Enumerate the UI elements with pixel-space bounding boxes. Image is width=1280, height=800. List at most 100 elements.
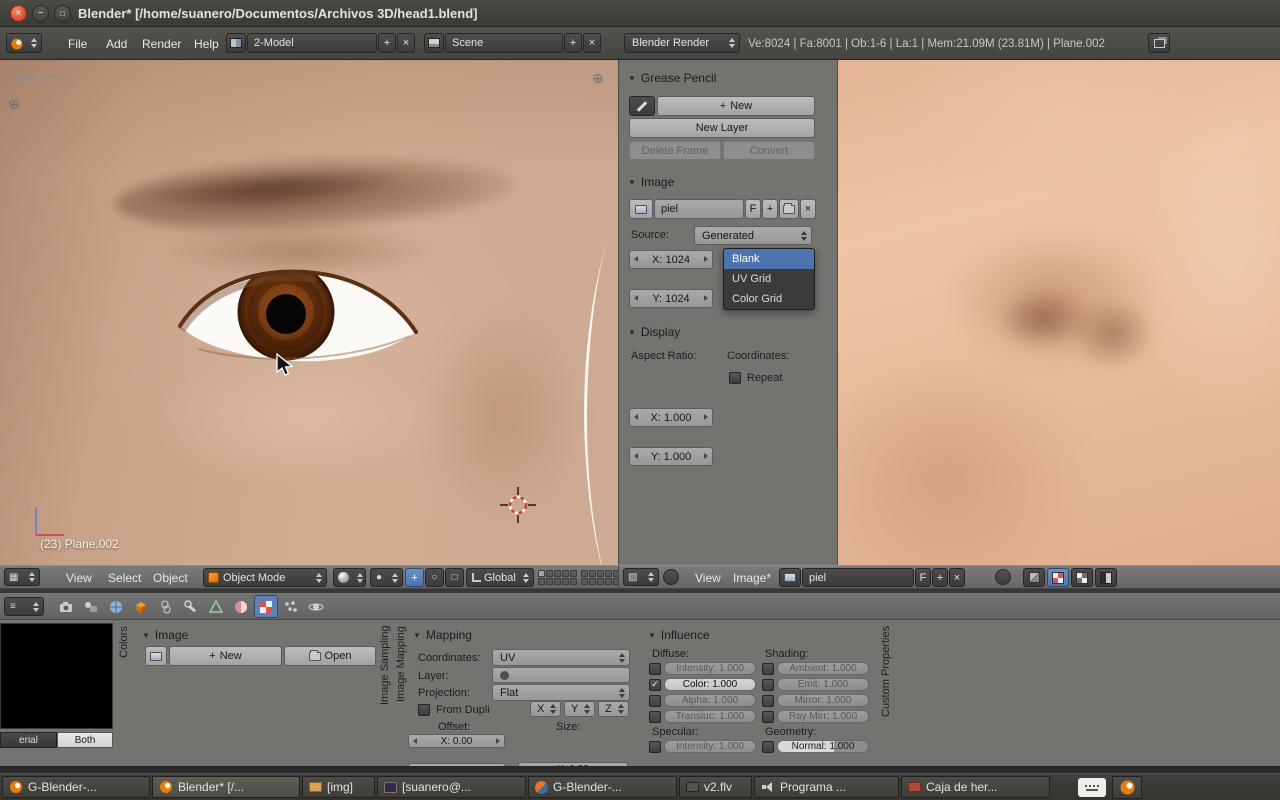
taskbar-item[interactable]: [img] — [302, 776, 375, 798]
diffuse-translucency-slider[interactable]: Transluc: 1.000 — [664, 710, 756, 723]
tab-physics[interactable] — [304, 595, 328, 618]
window-minimize-button[interactable]: − — [32, 5, 49, 22]
mapping-panel-header[interactable]: ▼Mapping — [413, 628, 472, 642]
image-sampling-panel-tab[interactable]: Image Sampling — [379, 626, 391, 760]
window-duplicate-button[interactable] — [1148, 33, 1170, 53]
toolshelf-expand-icon[interactable]: ⊕ — [592, 70, 604, 87]
blender-tray-button[interactable] — [1112, 776, 1142, 799]
unlink-image-button[interactable]: × — [800, 199, 816, 219]
display-panel-header[interactable]: ▼Display — [628, 325, 680, 339]
scene-icon-button[interactable] — [424, 33, 444, 53]
tab-constraints[interactable] — [154, 595, 178, 618]
menu-render[interactable]: Render — [142, 37, 181, 51]
projection-dropdown[interactable]: Flat — [492, 684, 630, 701]
shading-raymirror-checkbox[interactable] — [762, 711, 774, 723]
grease-pencil-new-button[interactable]: +New — [657, 96, 815, 116]
layers-widget[interactable] — [538, 570, 620, 585]
tab-particles[interactable] — [279, 595, 303, 618]
taskbar-item[interactable]: G-Blender-... — [2, 776, 150, 798]
window-maximize-button[interactable]: □ — [54, 5, 71, 22]
taskbar-item[interactable]: Programa ... — [754, 776, 899, 798]
diffuse-intensity-checkbox[interactable] — [649, 663, 661, 675]
layers-group-2[interactable] — [581, 570, 620, 585]
3d-viewport[interactable]: Front Ortho ⊕ ⊕ z x (23) Plane.002 — [0, 60, 618, 565]
fake-user-button-uv[interactable]: F — [915, 568, 931, 587]
delete-scene-button[interactable]: × — [583, 33, 601, 53]
diffuse-alpha-slider[interactable]: Alpha: 1.000 — [664, 694, 756, 707]
axis-y-dropdown[interactable]: Y — [564, 701, 595, 717]
delete-layout-button[interactable]: × — [397, 33, 415, 53]
new-image-button-props[interactable]: +New — [169, 646, 282, 666]
window-close-button[interactable]: × — [10, 5, 27, 22]
window-titlebar[interactable]: × − □ Blender* [/home/suanero/Documentos… — [0, 0, 1280, 27]
pivot-point-dropdown[interactable]: ● — [370, 568, 403, 587]
uv-draw-type-button[interactable] — [1047, 568, 1069, 587]
grease-pencil-panel-header[interactable]: ▼Grease Pencil — [628, 71, 716, 85]
generated-width-stepper[interactable]: X: 1024 — [629, 250, 713, 269]
screen-layout-field[interactable]: 2-Model — [247, 33, 377, 53]
image-name-field[interactable]: piel — [654, 199, 744, 219]
menu-item-color-grid[interactable]: Color Grid — [724, 289, 814, 309]
source-dropdown[interactable]: Generated — [694, 226, 812, 245]
diffuse-translucency-checkbox[interactable] — [649, 711, 661, 723]
colors-panel-tab[interactable]: Colors — [118, 626, 130, 758]
grease-pencil-draw-button[interactable] — [629, 96, 655, 116]
menu-item-blank[interactable]: Blank — [724, 249, 814, 269]
menu-add[interactable]: Add — [106, 37, 127, 51]
image-mapping-panel-tab[interactable]: Image Mapping — [395, 626, 407, 760]
geometry-normal-checkbox[interactable] — [762, 741, 774, 753]
shading-emit-slider[interactable]: Emit: 1.000 — [777, 678, 869, 691]
render-engine-dropdown[interactable]: Blender Render — [624, 33, 740, 53]
image-panel-header[interactable]: ▼Image — [628, 175, 674, 189]
shading-ambient-slider[interactable]: Ambient: 1.000 — [777, 662, 869, 675]
tab-object[interactable] — [129, 595, 153, 618]
tab-material[interactable] — [229, 595, 253, 618]
scopes-button[interactable] — [1095, 568, 1117, 587]
axis-x-dropdown[interactable]: X — [530, 701, 561, 717]
convert-button[interactable]: Convert — [723, 141, 815, 160]
shading-raymirror-slider[interactable]: Ray Mirr: 1.000 — [777, 710, 869, 723]
manipulator-scale-button[interactable]: □ — [445, 568, 464, 587]
menu-file[interactable]: File — [68, 37, 87, 51]
menu-view-uv[interactable]: View — [695, 571, 721, 585]
image-datablock-icon-button[interactable] — [629, 199, 653, 219]
image-datablock-icon-button[interactable] — [779, 568, 801, 587]
uv-image-editor[interactable] — [837, 60, 1280, 565]
taskbar-item[interactable]: v2.flv — [679, 776, 752, 798]
transform-orientation-dropdown[interactable]: Global — [466, 568, 534, 587]
scene-field[interactable]: Scene — [445, 33, 563, 53]
screen-layout-icon-button[interactable] — [226, 33, 246, 53]
image-name-field-uv[interactable]: piel — [802, 568, 914, 587]
preview-both-toggle[interactable]: Both — [57, 732, 113, 748]
aspect-x-stepper[interactable]: X: 1.000 — [629, 408, 713, 427]
new-image-button[interactable]: + — [762, 199, 778, 219]
tab-object-data[interactable] — [204, 595, 228, 618]
manipulator-rotate-button[interactable]: ○ — [425, 568, 444, 587]
mask-mode-button[interactable] — [1071, 568, 1093, 587]
diffuse-color-checkbox[interactable]: ✓ — [649, 679, 661, 691]
tab-world[interactable] — [104, 595, 128, 618]
geometry-normal-slider[interactable]: Normal: 1.000 — [777, 740, 869, 753]
preview-material-toggle[interactable]: erial — [0, 732, 57, 748]
axis-z-dropdown[interactable]: Z — [598, 701, 629, 717]
aspect-y-stepper[interactable]: Y: 1.000 — [629, 447, 713, 466]
menu-select[interactable]: Select — [108, 571, 141, 585]
manipulator-translate-button[interactable]: + — [405, 568, 424, 587]
draw-tool-button[interactable] — [1023, 568, 1045, 587]
plus-circle-icon[interactable]: ⊕ — [8, 96, 20, 113]
influence-panel-header[interactable]: ▼Influence — [648, 628, 710, 642]
add-layout-button[interactable]: + — [378, 33, 396, 53]
tab-modifiers[interactable] — [179, 595, 203, 618]
taskbar-item-active[interactable]: Blender* [/... — [152, 776, 300, 798]
shading-mirror-checkbox[interactable] — [762, 695, 774, 707]
coordinates-dropdown[interactable]: UV — [492, 649, 630, 666]
mode-dropdown[interactable]: Object Mode — [203, 568, 327, 587]
diffuse-color-slider[interactable]: Color: 1.000 — [664, 678, 756, 691]
specular-intensity-checkbox[interactable] — [649, 741, 661, 753]
shading-ambient-checkbox[interactable] — [762, 663, 774, 675]
diffuse-intensity-slider[interactable]: Intensity: 1.000 — [664, 662, 756, 675]
tab-texture[interactable] — [254, 595, 278, 618]
layers-group-1[interactable] — [538, 570, 577, 585]
editor-type-button-uv[interactable]: ▨ — [623, 568, 659, 586]
tab-scene[interactable] — [79, 595, 103, 618]
